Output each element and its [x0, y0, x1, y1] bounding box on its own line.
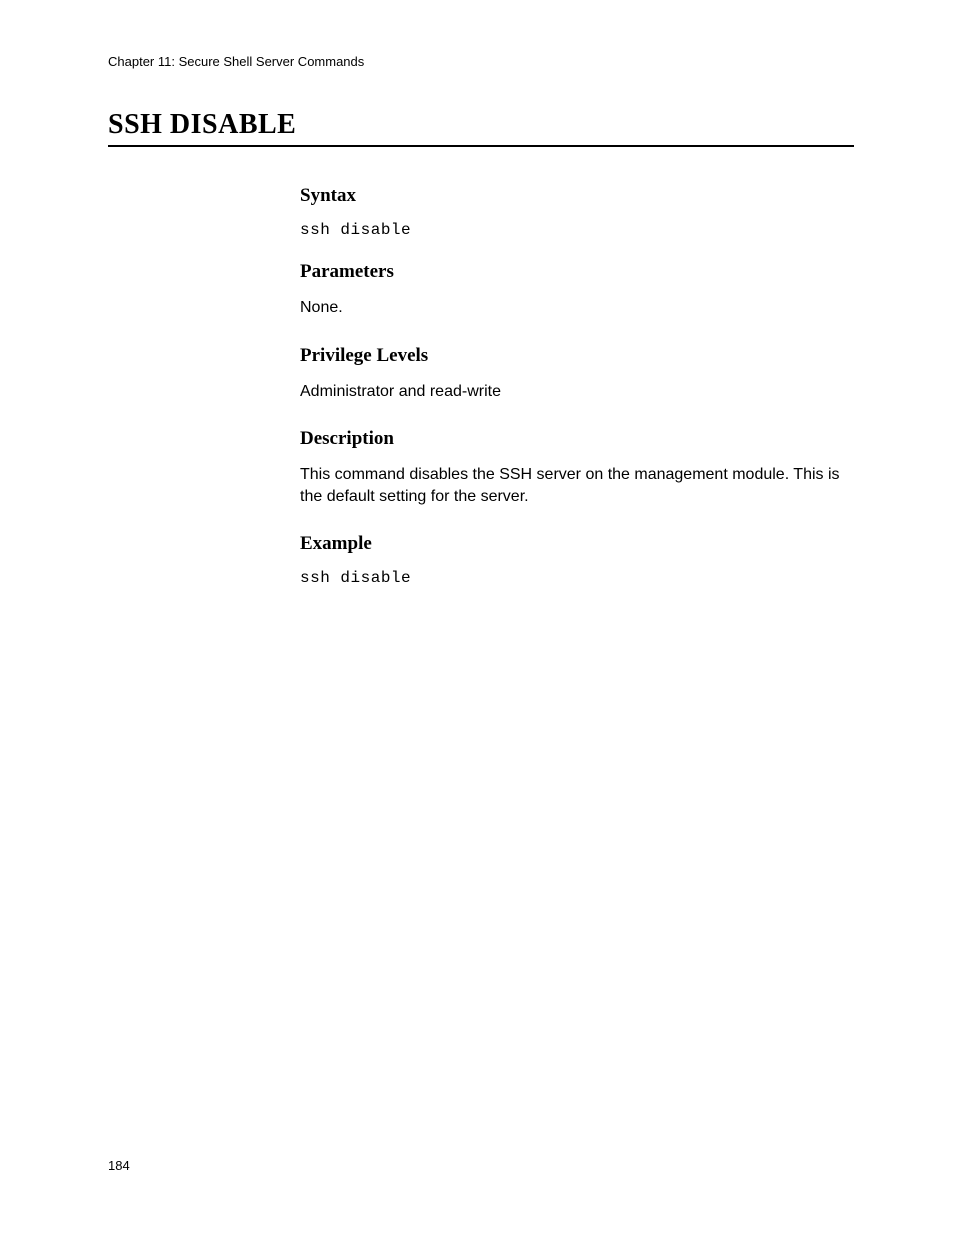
parameters-heading: Parameters	[300, 261, 854, 283]
privilege-heading: Privilege Levels	[300, 345, 854, 367]
example-heading: Example	[300, 533, 854, 555]
privilege-text: Administrator and read-write	[300, 381, 854, 403]
parameters-text: None.	[300, 297, 854, 319]
syntax-code: ssh disable	[300, 221, 854, 239]
syntax-heading: Syntax	[300, 185, 854, 207]
document-page: Chapter 11: Secure Shell Server Commands…	[0, 0, 954, 1235]
description-heading: Description	[300, 428, 854, 450]
command-title: SSH DISABLE	[108, 109, 854, 147]
example-code: ssh disable	[300, 569, 854, 587]
description-text: This command disables the SSH server on …	[300, 464, 854, 507]
chapter-header: Chapter 11: Secure Shell Server Commands	[108, 54, 854, 69]
page-number: 184	[108, 1158, 130, 1173]
content-block: Syntax ssh disable Parameters None. Priv…	[300, 185, 854, 587]
